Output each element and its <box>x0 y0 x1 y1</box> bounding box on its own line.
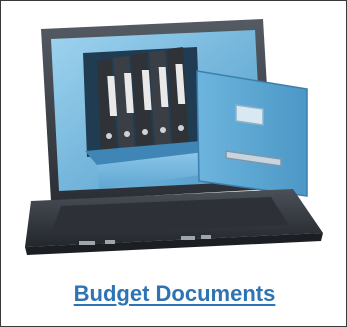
budget-documents-card[interactable]: Budget Documents <box>0 0 347 327</box>
laptop-file-cabinet-drawer-icon[interactable] <box>1 1 347 271</box>
caption: Budget Documents <box>1 281 347 307</box>
budget-documents-link[interactable]: Budget Documents <box>74 281 276 306</box>
binders-group <box>97 47 189 153</box>
